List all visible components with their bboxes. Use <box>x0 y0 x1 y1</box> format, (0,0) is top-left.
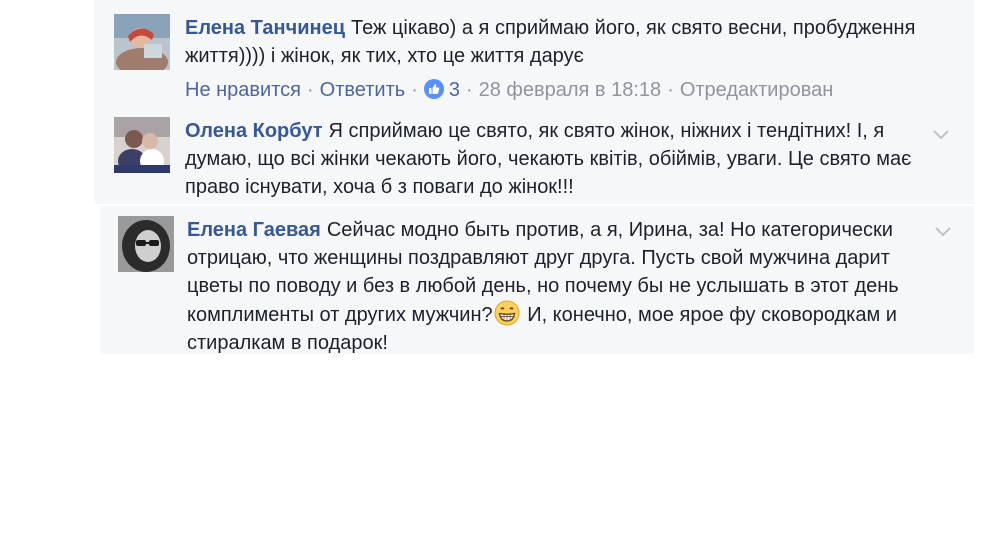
dislike-link[interactable]: Не нравится <box>185 79 301 101</box>
comment-body: Елена Танчинец Теж цікаво) а я сприймаю й… <box>185 14 925 70</box>
like-thumb-icon[interactable] <box>423 79 444 99</box>
comments-panel: Елена Танчинец Теж цікаво) а я сприймаю й… <box>0 0 1000 539</box>
likes-count[interactable]: 3 <box>449 79 460 101</box>
comment-body: Олена Корбут Я сприймаю це свято, як свят… <box>185 117 925 201</box>
comment-body: Елена Гаевая Сейчас модно быть против, а … <box>187 216 933 357</box>
grinning-face-emoji <box>494 300 520 326</box>
avatar[interactable] <box>114 14 170 70</box>
avatar[interactable] <box>118 216 174 272</box>
comment-thread: Елена Гаевая Сейчас модно быть против, а … <box>100 206 974 354</box>
chevron-down-icon[interactable] <box>934 224 952 238</box>
comment-author[interactable]: Елена Танчинец <box>185 17 345 39</box>
comment-date[interactable]: 28 февраля в 18:18 <box>479 79 662 101</box>
comment-author[interactable]: Олена Корбут <box>185 120 323 142</box>
comment-thread: Елена Танчинец Теж цікаво) а я сприймаю й… <box>94 0 974 204</box>
edited-label[interactable]: Отредактирован <box>680 79 833 101</box>
comment-actions: Не нравится · Ответить · 3 · 28 февраля в 18:… <box>185 79 834 101</box>
comment-author[interactable]: Елена Гаевая <box>187 219 321 241</box>
chevron-down-icon[interactable] <box>932 127 950 141</box>
reply-link[interactable]: Ответить <box>320 79 406 101</box>
avatar[interactable] <box>114 117 170 173</box>
